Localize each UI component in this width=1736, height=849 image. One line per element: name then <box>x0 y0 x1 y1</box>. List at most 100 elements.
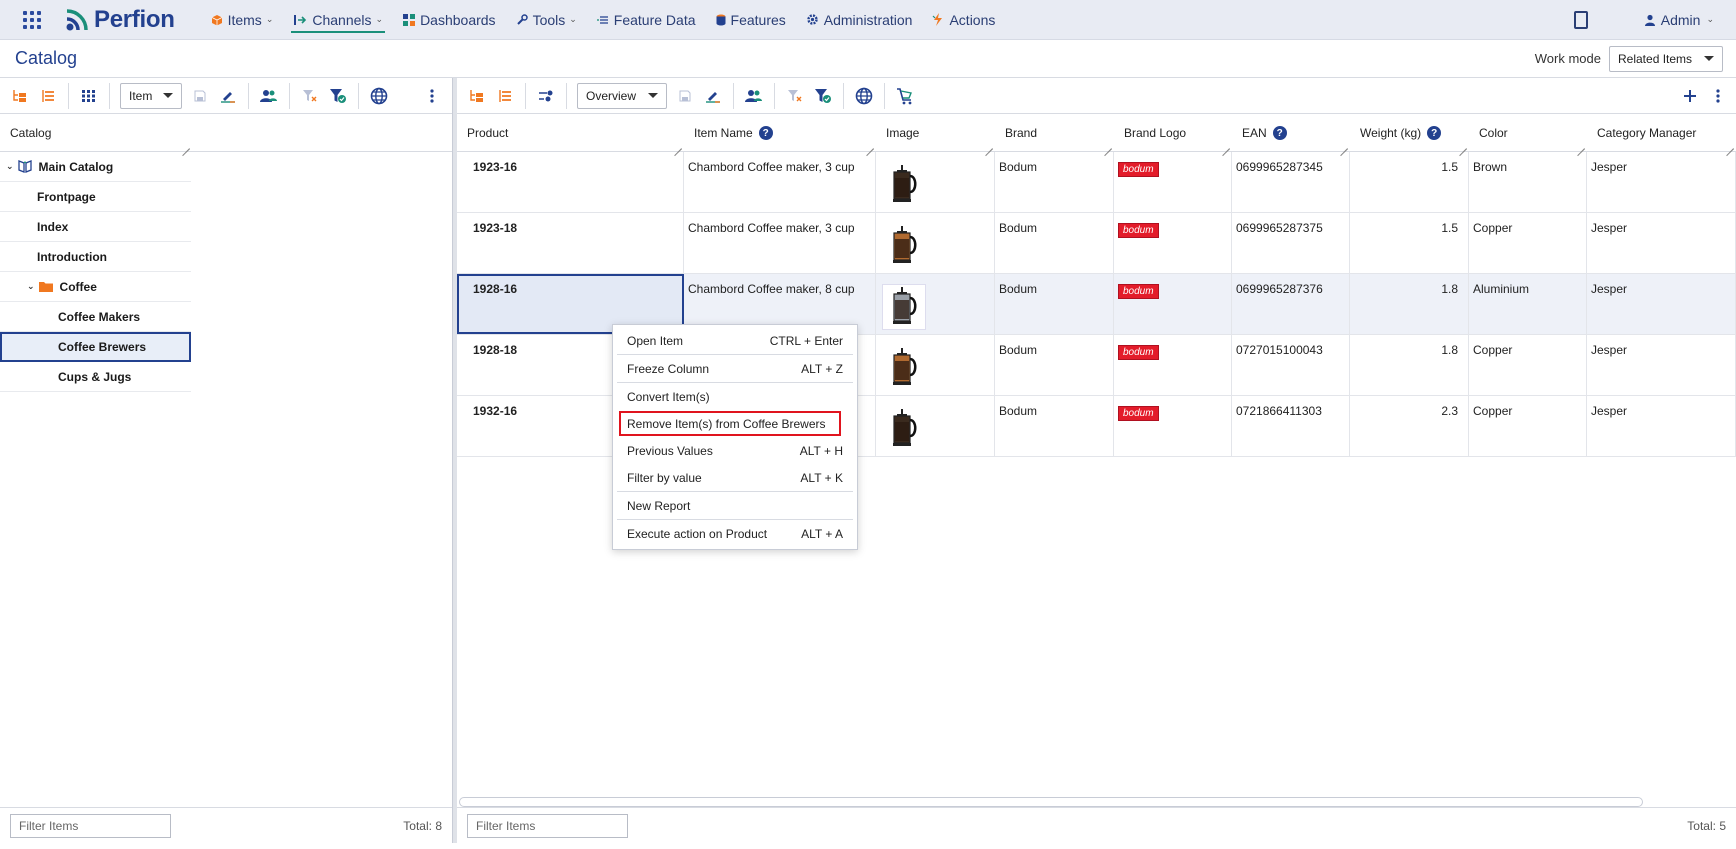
cell-color[interactable]: Copper <box>1469 335 1587 395</box>
nav-feature-data[interactable]: Feature Data <box>587 0 706 40</box>
cell-color[interactable]: Copper <box>1469 396 1587 456</box>
cell-brand-logo[interactable]: bodum <box>1114 152 1232 212</box>
tree-node-coffee-makers[interactable]: Coffee Makers <box>0 302 191 332</box>
save-icon[interactable] <box>186 82 214 110</box>
nav-features[interactable]: Features <box>706 0 796 40</box>
chevron-down-icon[interactable]: ⌄ <box>27 281 35 292</box>
column-resize-handle[interactable] <box>1222 141 1230 149</box>
nav-dashboards[interactable]: Dashboards <box>393 0 506 40</box>
column-resize-handle[interactable] <box>674 141 682 149</box>
menu-item-remove-items[interactable]: Remove Item(s) from Coffee Brewers <box>613 410 857 437</box>
cell-brand-logo[interactable]: bodum <box>1114 335 1232 395</box>
users-icon[interactable] <box>740 82 768 110</box>
column-resize-handle[interactable] <box>1726 141 1734 149</box>
cell-category-manager[interactable]: Jesper <box>1587 335 1736 395</box>
cell-category-manager[interactable]: Jesper <box>1587 152 1736 212</box>
cell-category-manager[interactable]: Jesper <box>1587 396 1736 456</box>
cell-item-name[interactable]: Chambord Coffee maker, 3 cup <box>684 213 876 273</box>
column-resize-handle[interactable] <box>1577 141 1585 149</box>
cell-weight[interactable]: 2.3 <box>1350 396 1469 456</box>
collapse-tree-icon[interactable] <box>34 82 62 110</box>
perfion-logo[interactable]: Perfion <box>64 0 175 40</box>
column-header-product[interactable]: Product <box>457 114 684 152</box>
cart-icon[interactable] <box>891 82 919 110</box>
column-header-category-manager[interactable]: Category Manager <box>1587 114 1736 152</box>
device-icon[interactable] <box>1573 10 1588 29</box>
tree-node-introduction[interactable]: Introduction <box>0 242 191 272</box>
right-view-select[interactable]: Overview <box>577 82 667 109</box>
column-header-brand[interactable]: Brand <box>995 114 1114 152</box>
cell-brand[interactable]: Bodum <box>995 152 1114 212</box>
cell-brand-logo[interactable]: bodum <box>1114 213 1232 273</box>
cell-color[interactable]: Brown <box>1469 152 1587 212</box>
tree-node-coffee-brewers[interactable]: Coffee Brewers <box>0 332 191 362</box>
clear-filter-icon[interactable] <box>781 82 809 110</box>
cell-brand[interactable]: Bodum <box>995 396 1114 456</box>
save-icon[interactable] <box>671 82 699 110</box>
expand-tree-icon[interactable] <box>6 82 34 110</box>
cell-ean[interactable]: 0699965287376 <box>1232 274 1350 334</box>
column-header-brand-logo[interactable]: Brand Logo <box>1114 114 1232 152</box>
edit-icon[interactable] <box>214 82 242 110</box>
column-header-item-name[interactable]: Item Name? <box>684 114 876 152</box>
edit-icon[interactable] <box>699 82 727 110</box>
tree-node-coffee[interactable]: ⌄ Coffee <box>0 272 191 302</box>
column-resize-handle[interactable] <box>1459 141 1467 149</box>
expand-tree-icon[interactable] <box>463 82 491 110</box>
cell-ean[interactable]: 0721866411303 <box>1232 396 1350 456</box>
help-icon[interactable]: ? <box>758 126 773 140</box>
cell-ean[interactable]: 0699965287375 <box>1232 213 1350 273</box>
cell-ean[interactable]: 0699965287345 <box>1232 152 1350 212</box>
tree-node-frontpage[interactable]: Frontpage <box>0 182 191 212</box>
help-icon[interactable]: ? <box>1272 126 1287 140</box>
cell-category-manager[interactable]: Jesper <box>1587 213 1736 273</box>
users-icon[interactable] <box>255 82 283 110</box>
column-resize-handle[interactable] <box>1104 141 1112 149</box>
workmode-select[interactable]: Related Items <box>1609 45 1723 72</box>
menu-item-previous-values[interactable]: Previous Values ALT + H <box>613 437 857 464</box>
tree-node-index[interactable]: Index <box>0 212 191 242</box>
cell-brand-logo[interactable]: bodum <box>1114 396 1232 456</box>
right-filter-input[interactable] <box>467 813 628 838</box>
collapse-tree-icon[interactable] <box>491 82 519 110</box>
column-header-color[interactable]: Color <box>1469 114 1587 152</box>
toggle-settings-icon[interactable] <box>532 82 560 110</box>
table-row[interactable]: 1923-18 Chambord Coffee maker, 3 cup Bodum… <box>457 213 1736 274</box>
menu-item-execute-action[interactable]: Execute action on Product ALT + A <box>613 520 857 547</box>
cell-color[interactable]: Copper <box>1469 213 1587 273</box>
grid-view-icon[interactable] <box>75 82 103 110</box>
menu-item-freeze-column[interactable]: Freeze Column ALT + Z <box>613 355 857 382</box>
tree-node-main-catalog[interactable]: ⌄ Main Catalog <box>0 152 191 182</box>
add-icon[interactable] <box>1676 82 1704 110</box>
menu-item-convert-items[interactable]: Convert Item(s) <box>613 383 857 410</box>
cell-image[interactable] <box>876 152 995 212</box>
more-vertical-icon[interactable] <box>418 82 446 110</box>
cell-product[interactable]: 1923-18 <box>457 213 684 273</box>
apps-menu-button[interactable] <box>0 0 64 40</box>
cell-weight[interactable]: 1.5 <box>1350 152 1469 212</box>
column-header-image[interactable]: Image <box>876 114 995 152</box>
cell-product[interactable]: 1923-16 <box>457 152 684 212</box>
nav-administration[interactable]: Administration <box>796 0 923 40</box>
cell-brand[interactable]: Bodum <box>995 274 1114 334</box>
cell-category-manager[interactable]: Jesper <box>1587 274 1736 334</box>
help-icon[interactable]: ? <box>1427 126 1442 140</box>
cell-brand[interactable]: Bodum <box>995 335 1114 395</box>
more-vertical-icon[interactable] <box>1704 82 1732 110</box>
tree-node-cups-jugs[interactable]: Cups & Jugs <box>0 362 191 392</box>
cell-image[interactable] <box>876 213 995 273</box>
filter-active-icon[interactable] <box>324 82 352 110</box>
cell-item-name[interactable]: Chambord Coffee maker, 3 cup <box>684 152 876 212</box>
cell-image[interactable] <box>876 396 995 456</box>
catalog-column-title[interactable]: Catalog <box>0 114 192 152</box>
cell-weight[interactable]: 1.8 <box>1350 335 1469 395</box>
column-resize-handle[interactable] <box>182 141 190 149</box>
menu-item-new-report[interactable]: New Report <box>613 492 857 519</box>
table-row[interactable]: 1923-16 Chambord Coffee maker, 3 cup Bodum… <box>457 152 1736 213</box>
clear-filter-icon[interactable] <box>296 82 324 110</box>
cell-ean[interactable]: 0727015100043 <box>1232 335 1350 395</box>
cell-weight[interactable]: 1.8 <box>1350 274 1469 334</box>
cell-brand-logo[interactable]: bodum <box>1114 274 1232 334</box>
menu-item-open-item[interactable]: Open Item CTRL + Enter <box>613 327 857 354</box>
nav-tools[interactable]: Tools ⌄ <box>506 0 587 40</box>
